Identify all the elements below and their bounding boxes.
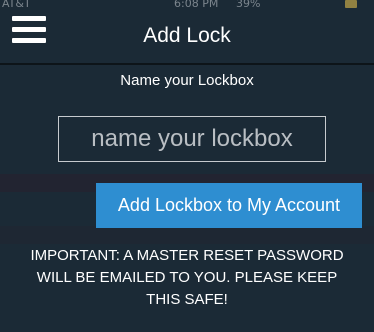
- add-lock-screen: AT&T 6:08 PM 39% Add Lock Name your Lock…: [0, 0, 374, 332]
- menu-line: [12, 16, 46, 21]
- lockbox-name-label: Name your Lockbox: [120, 72, 254, 89]
- background-band: [0, 226, 374, 244]
- lockbox-name-input[interactable]: [58, 116, 326, 162]
- page-title: Add Lock: [143, 24, 231, 47]
- nav-bar: Add Lock: [0, 0, 374, 65]
- add-lockbox-button[interactable]: Add Lockbox to My Account: [96, 183, 362, 228]
- master-reset-notice: IMPORTANT: A MASTER RESET PASSWORD WILL …: [30, 247, 344, 308]
